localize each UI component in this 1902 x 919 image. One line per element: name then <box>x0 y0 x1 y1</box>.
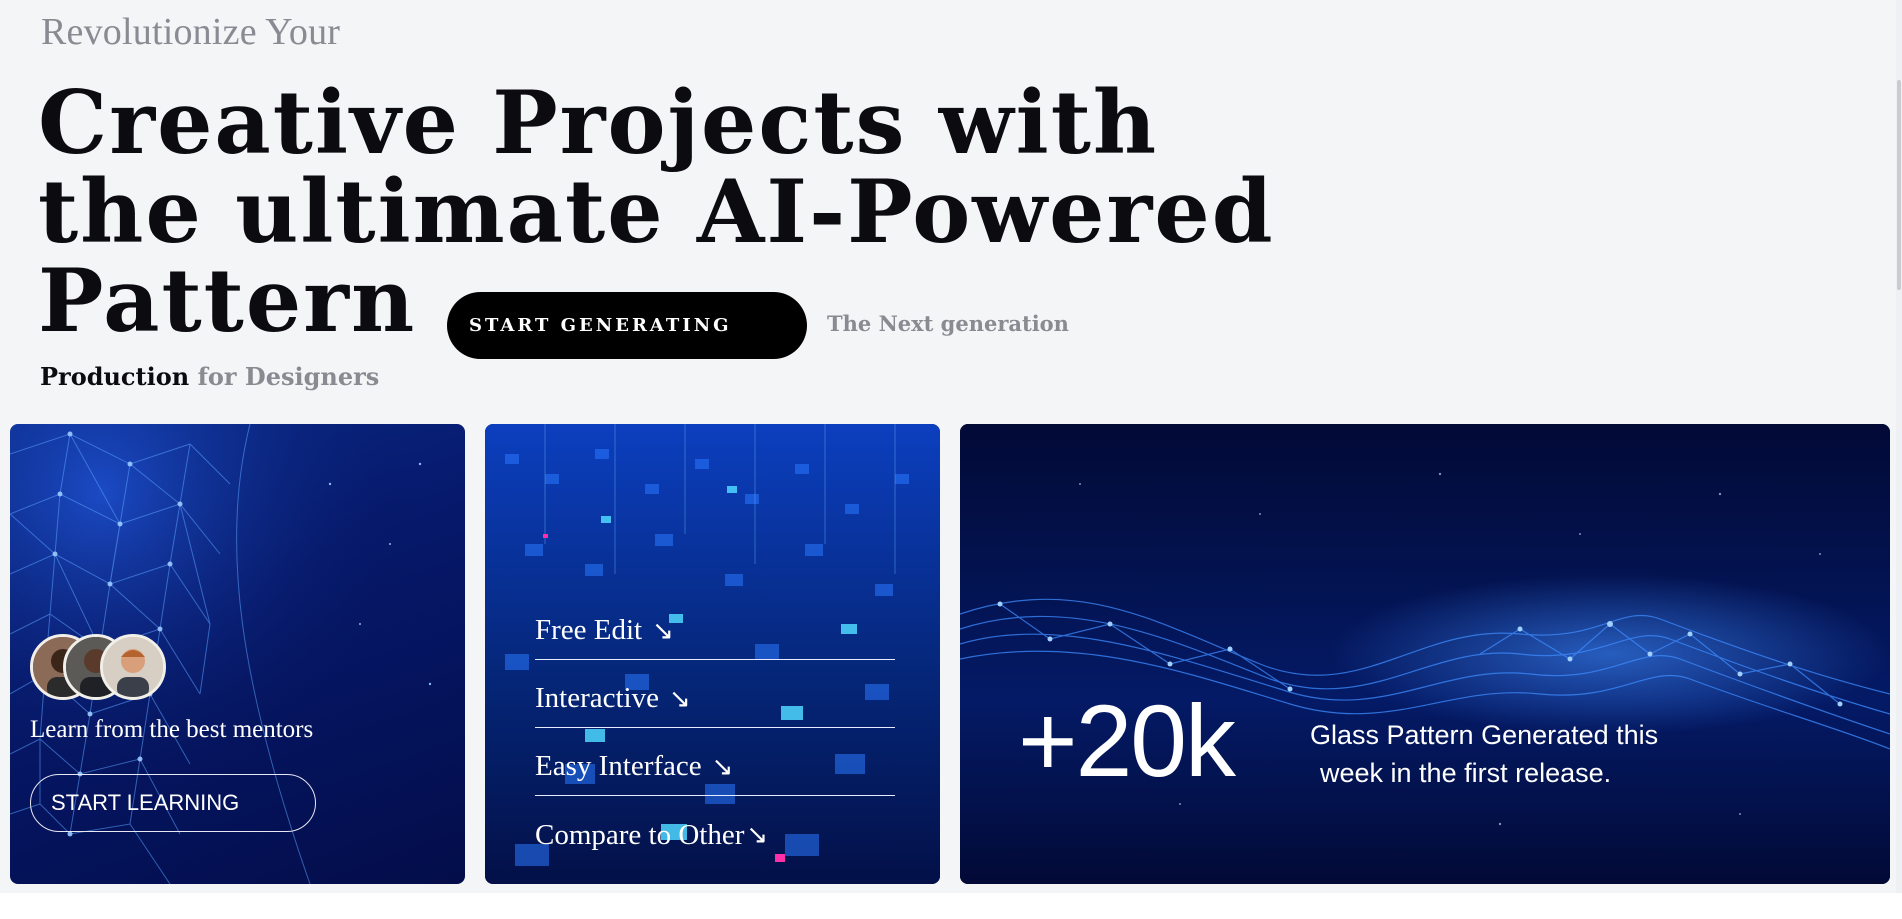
feature-label: Easy Interface <box>535 750 702 782</box>
feature-label: Free Edit <box>535 614 643 646</box>
feature-link-easy-interface[interactable]: Easy Interface ↘ <box>535 728 895 796</box>
scrollbar-thumb[interactable] <box>1897 80 1901 290</box>
mentors-card: Learn from the best mentors START LEARNI… <box>10 424 465 884</box>
feature-label: Compare to Other <box>535 818 745 851</box>
headline-line-1: Creative Projects with <box>38 71 1159 174</box>
features-card: Free Edit ↘ Interactive ↘ Easy Interface… <box>485 424 940 884</box>
stats-card: +20k Glass Pattern Generated this week i… <box>960 424 1890 884</box>
stat-description: Glass Pattern Generated this week in the… <box>1310 716 1740 792</box>
feature-list: Free Edit ↘ Interactive ↘ Easy Interface… <box>535 592 895 864</box>
wave-network-graphic <box>960 424 1890 884</box>
stat-description-line-1: Glass Pattern Generated this <box>1310 720 1659 750</box>
page-footer-strip <box>0 893 1902 919</box>
arrow-down-right-icon: ↘ <box>668 683 691 714</box>
feature-link-interactive[interactable]: Interactive ↘ <box>535 660 895 728</box>
hero-tagline: The Next generation <box>827 311 1069 336</box>
feature-label: Interactive <box>535 682 659 714</box>
headline-line-2: the ultimate AI-Powered <box>38 160 1275 263</box>
stat-description-line-2: week in the first release. <box>1320 758 1612 788</box>
hero-subline: Production for Designers <box>40 362 379 391</box>
arrow-down-right-icon: ↘ <box>652 615 674 646</box>
start-generating-button[interactable]: START GENERATING <box>447 292 807 359</box>
subline-muted: for Designers <box>197 362 380 391</box>
stat-number: +20k <box>1018 684 1236 798</box>
subline-strong: Production <box>40 362 190 391</box>
person-avatar-icon <box>103 637 163 697</box>
feature-link-free-edit[interactable]: Free Edit ↘ <box>535 592 895 660</box>
mentor-avatars <box>30 634 190 704</box>
avatar <box>100 634 166 700</box>
start-learning-button[interactable]: START LEARNING <box>30 774 316 832</box>
arrow-down-right-icon: ↘ <box>746 820 769 850</box>
hero-eyebrow: Revolutionize Your <box>41 11 341 53</box>
page-scrollbar[interactable] <box>1896 0 1902 919</box>
feature-link-compare-to-other[interactable]: Compare to Other ↘ <box>535 796 895 864</box>
mentors-caption: Learn from the best mentors <box>30 716 314 743</box>
arrow-down-right-icon: ↘ <box>711 751 734 782</box>
